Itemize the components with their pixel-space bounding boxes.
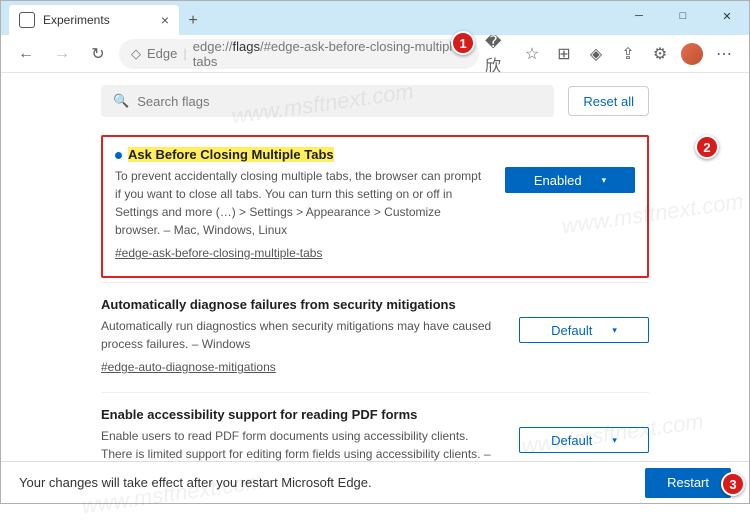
menu-icon[interactable]: ⋯ bbox=[709, 39, 739, 69]
extensions-icon[interactable]: ⚙ bbox=[645, 39, 675, 69]
annotation-marker: 2 bbox=[695, 135, 719, 159]
url-prefix: Edge bbox=[147, 46, 177, 61]
address-bar[interactable]: ◇ Edge | edge://flags/#edge-ask-before-c… bbox=[119, 39, 479, 69]
edge-icon: ◇ bbox=[131, 46, 141, 62]
shield-icon[interactable]: ◈ bbox=[581, 39, 611, 69]
maximize-button[interactable]: □ bbox=[661, 1, 705, 31]
flag-anchor-link[interactable]: #edge-auto-diagnose-mitigations bbox=[101, 360, 276, 374]
flag-description: To prevent accidentally closing multiple… bbox=[115, 167, 487, 239]
search-placeholder: Search flags bbox=[137, 94, 209, 109]
flag-title: Enable accessibility support for reading… bbox=[101, 407, 501, 422]
window-controls: ─ □ ✕ bbox=[617, 1, 749, 31]
new-tab-button[interactable]: + bbox=[179, 7, 207, 35]
flag-title: Automatically diagnose failures from sec… bbox=[101, 297, 501, 312]
flag-description: Automatically run diagnostics when secur… bbox=[101, 317, 501, 353]
modified-dot-icon bbox=[115, 152, 122, 159]
chevron-down-icon: ▾ bbox=[612, 435, 617, 446]
restart-button[interactable]: Restart bbox=[645, 468, 731, 498]
page-content: 🔍 Search flags Reset all Ask Before Clos… bbox=[1, 73, 749, 461]
flag-dropdown[interactable]: Enabled▾ bbox=[505, 167, 635, 193]
collections-icon[interactable]: ⊞ bbox=[549, 39, 579, 69]
annotation-marker: 1 bbox=[451, 31, 475, 55]
share-icon[interactable]: ⇪ bbox=[613, 39, 643, 69]
tab-title: Experiments bbox=[43, 13, 110, 27]
browser-tab[interactable]: Experiments × bbox=[9, 5, 179, 35]
forward-button: → bbox=[47, 39, 77, 69]
flag-item: Enable accessibility support for reading… bbox=[101, 392, 649, 461]
annotation-marker: 3 bbox=[721, 472, 745, 496]
profile-icon[interactable] bbox=[681, 43, 703, 65]
flag-dropdown[interactable]: Default▾ bbox=[519, 427, 649, 453]
toolbar: ← → ↻ ◇ Edge | edge://flags/#edge-ask-be… bbox=[1, 35, 749, 73]
title-bar: Experiments × + ─ □ ✕ bbox=[1, 1, 749, 35]
refresh-button[interactable]: ↻ bbox=[83, 39, 113, 69]
reset-all-button[interactable]: Reset all bbox=[568, 86, 649, 116]
search-input[interactable]: 🔍 Search flags bbox=[101, 85, 554, 117]
chevron-down-icon: ▾ bbox=[612, 325, 617, 336]
minimize-button[interactable]: ─ bbox=[617, 1, 661, 31]
favorite-icon[interactable]: ☆ bbox=[517, 39, 547, 69]
flask-icon bbox=[19, 12, 35, 28]
flag-item: Automatically diagnose failures from sec… bbox=[101, 282, 649, 392]
flag-description: Enable users to read PDF form documents … bbox=[101, 427, 501, 461]
back-button[interactable]: ← bbox=[11, 39, 41, 69]
chevron-down-icon: ▾ bbox=[602, 175, 607, 186]
flag-list: Ask Before Closing Multiple Tabs To prev… bbox=[1, 135, 749, 461]
restart-bar: Your changes will take effect after you … bbox=[1, 461, 749, 503]
close-window-button[interactable]: ✕ bbox=[705, 1, 749, 31]
flag-item-highlighted: Ask Before Closing Multiple Tabs To prev… bbox=[101, 135, 649, 278]
flag-title: Ask Before Closing Multiple Tabs bbox=[128, 147, 334, 162]
restart-message: Your changes will take effect after you … bbox=[19, 475, 372, 490]
flag-dropdown[interactable]: Default▾ bbox=[519, 317, 649, 343]
flag-anchor-link[interactable]: #edge-ask-before-closing-multiple-tabs bbox=[115, 246, 322, 260]
search-icon: 🔍 bbox=[113, 93, 129, 109]
read-aloud-icon[interactable]: �欣 bbox=[485, 39, 515, 69]
close-icon[interactable]: × bbox=[161, 12, 169, 28]
